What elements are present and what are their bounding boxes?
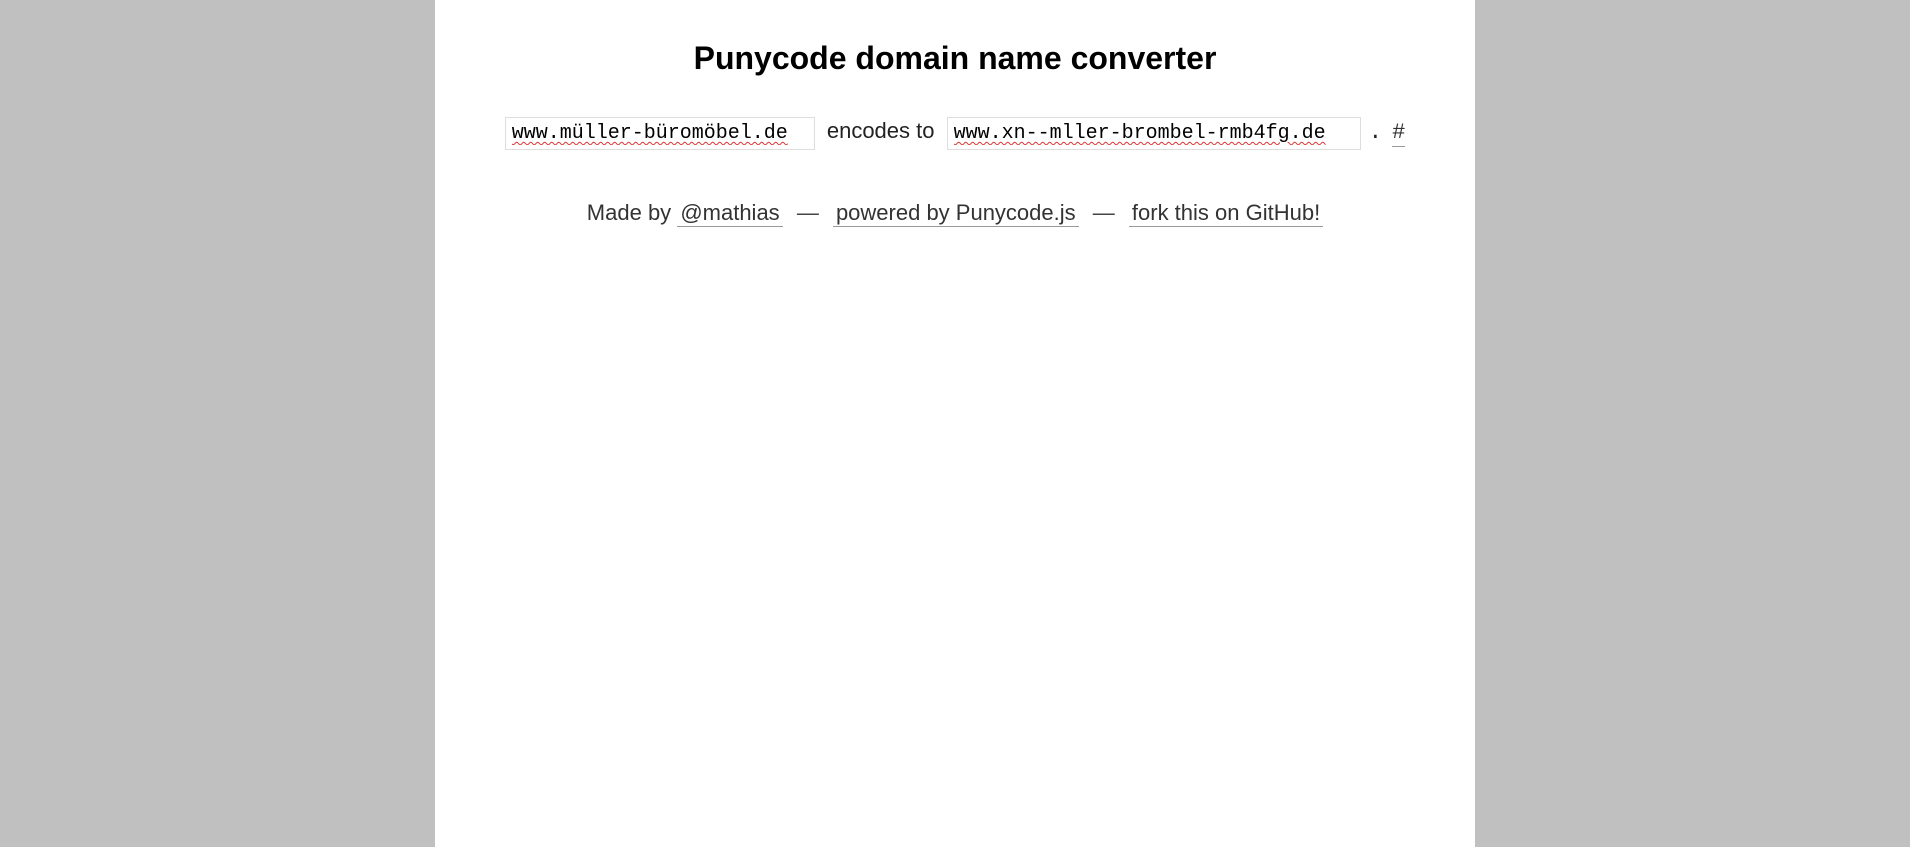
encodes-to-label: encodes to <box>827 118 935 143</box>
converter-row: encodes to . # <box>475 117 1435 150</box>
author-link[interactable]: @mathias <box>677 200 782 227</box>
decoded-input[interactable] <box>505 117 815 150</box>
separator-1: — <box>797 200 819 225</box>
encoded-input[interactable] <box>947 117 1361 150</box>
made-by-label: Made by <box>587 200 671 225</box>
powered-by-link[interactable]: powered by Punycode.js <box>833 200 1079 227</box>
fork-github-link[interactable]: fork this on GitHub! <box>1129 200 1323 227</box>
footer: Made by @mathias — powered by Punycode.j… <box>475 200 1435 226</box>
page-title: Punycode domain name converter <box>475 40 1435 77</box>
separator-2: — <box>1093 200 1115 225</box>
trailing-dot: . <box>1369 120 1382 145</box>
permalink-link[interactable]: # <box>1392 120 1405 147</box>
